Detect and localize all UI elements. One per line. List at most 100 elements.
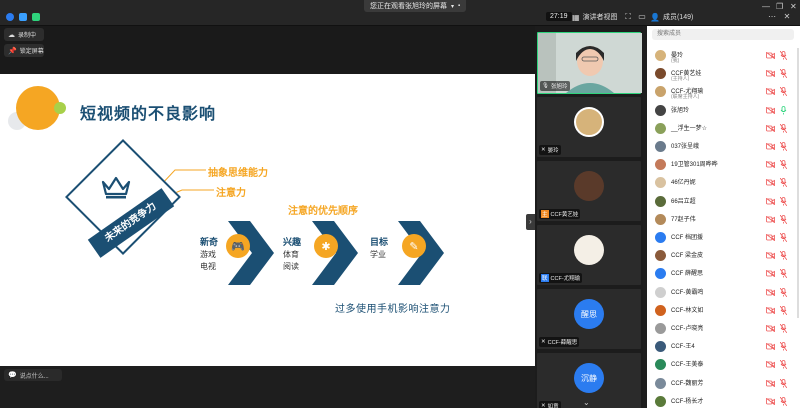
member-row[interactable]: CCF-王4 xyxy=(647,337,800,355)
camera-off-icon[interactable] xyxy=(766,397,775,405)
video-tile[interactable]: 主 CCF黄艺娃 xyxy=(537,161,641,221)
chat-input[interactable]: 💬 说点什么... xyxy=(4,369,62,381)
camera-off-icon[interactable] xyxy=(766,52,775,59)
window-close-icon[interactable]: ✕ xyxy=(790,2,797,11)
shared-slide: 短视频的不良影响 未来的竞争力 抽象思维能力 注意力 注意的优先顺序 🎮 ✱ ✎… xyxy=(0,74,535,366)
collapse-video-handle[interactable]: › xyxy=(526,214,535,230)
mic-off-icon[interactable] xyxy=(780,360,787,370)
mic-off-icon[interactable] xyxy=(780,105,787,115)
video-tile[interactable]: 联 CCF-尤翔瑜 xyxy=(537,225,641,285)
member-row[interactable]: CCF 档团援 xyxy=(647,228,800,246)
member-row[interactable]: CCF-魏丽芳 xyxy=(647,374,800,392)
camera-off-icon[interactable] xyxy=(766,124,775,132)
avatar xyxy=(655,268,666,280)
camera-off-icon[interactable] xyxy=(766,270,775,278)
avatar xyxy=(655,341,666,353)
mic-off-icon[interactable] xyxy=(780,51,787,60)
member-row[interactable]: 037张呈峨 xyxy=(647,137,800,155)
camera-off-icon[interactable] xyxy=(766,361,775,369)
more-icon[interactable]: ⋯ xyxy=(767,12,777,22)
restore-icon[interactable]: ❐ xyxy=(776,2,783,11)
mic-off-icon[interactable] xyxy=(780,342,787,352)
avatar xyxy=(655,377,666,389)
member-search-input[interactable] xyxy=(652,29,794,40)
screen-share-banner[interactable]: 您正在观看张旭玲的屏幕 ▾ ▪ xyxy=(364,0,467,12)
mic-off-icon[interactable] xyxy=(780,87,787,97)
member-row[interactable]: 晏玲 (我) xyxy=(647,46,800,64)
member-row[interactable]: CCF 薛醒思 xyxy=(647,264,800,282)
mic-off-icon[interactable] xyxy=(780,287,787,297)
close-panel-icon[interactable]: ✕ xyxy=(782,12,792,22)
member-row[interactable]: CCF-尤翔瑜 (联席主持人) xyxy=(647,82,800,100)
mic-off-icon[interactable] xyxy=(780,160,787,170)
banner-dropdown-icon[interactable]: ▾ xyxy=(451,3,454,10)
member-row[interactable]: CCF-黄霸鸣 xyxy=(647,283,800,301)
meeting-timer: 27:19 xyxy=(546,12,572,21)
members-header[interactable]: 👤 成员(149) xyxy=(650,12,693,22)
fullscreen-icon[interactable]: ⛶ xyxy=(623,12,633,22)
camera-off-icon[interactable] xyxy=(766,325,775,332)
lock-screen-button[interactable]: 📌 锁定屏幕 xyxy=(4,44,44,57)
window-layout-icon[interactable]: ▭ xyxy=(637,12,647,22)
member-row[interactable]: CCF-王美泰 xyxy=(647,355,800,373)
video-tile[interactable]: 醒思 ✕ CCF-薛醒思 xyxy=(537,289,641,349)
mic-off-icon[interactable] xyxy=(780,233,787,242)
mic-off-icon[interactable] xyxy=(780,69,787,79)
camera-off-icon[interactable] xyxy=(766,379,775,387)
camera-off-icon[interactable] xyxy=(766,161,775,169)
mic-off-icon[interactable] xyxy=(780,214,787,224)
recording-indicator[interactable]: ☁ 录制中 xyxy=(4,28,44,41)
shield-icon[interactable] xyxy=(19,13,27,21)
banner-close-icon[interactable]: ▪ xyxy=(458,3,460,9)
mic-off-icon[interactable] xyxy=(780,178,787,188)
member-row[interactable]: 46亿丹妮 xyxy=(647,173,800,191)
member-row[interactable]: CCF-林文如 xyxy=(647,301,800,319)
member-name: 46亿丹妮 xyxy=(671,180,696,187)
member-row[interactable]: CCF-杨长才 xyxy=(647,392,800,408)
scroll-down-chevron-icon[interactable]: ⌄ xyxy=(583,398,590,407)
member-row[interactable]: 19卫管301周晔晔 xyxy=(647,155,800,173)
member-row[interactable]: CCF黄艺娃 (主持人) xyxy=(647,64,800,82)
member-name: __浮生一梦☆ xyxy=(671,125,708,132)
camera-off-icon[interactable] xyxy=(766,143,775,150)
priority-heading: 注意的优先顺序 xyxy=(288,206,358,217)
avatar xyxy=(655,50,666,61)
layout-view-button[interactable]: ▦ 演讲者视图 xyxy=(572,12,618,22)
video-tile-speaker[interactable]: 🎙 张旭玲 xyxy=(537,32,642,94)
signal-icon[interactable] xyxy=(32,13,40,21)
mic-off-icon[interactable] xyxy=(780,305,787,315)
minimize-icon[interactable]: — xyxy=(762,2,770,11)
member-row[interactable]: __浮生一梦☆ xyxy=(647,119,800,137)
camera-off-icon[interactable] xyxy=(766,288,775,296)
member-list-scrollbar[interactable] xyxy=(797,48,799,318)
info-icon[interactable] xyxy=(6,13,14,21)
member-row[interactable]: 77赵子伟 xyxy=(647,210,800,228)
member-row[interactable]: CCF-卢晓亮 xyxy=(647,319,800,337)
avatar xyxy=(655,86,666,98)
meeting-window: 您正在观看张旭玲的屏幕 ▾ ▪ 27:19 ▦ 演讲者视图 ⛶ ▭ 👤 成员(1… xyxy=(0,0,800,408)
camera-off-icon[interactable] xyxy=(766,252,775,260)
camera-off-icon[interactable] xyxy=(766,197,775,205)
mic-off-icon[interactable] xyxy=(780,396,787,406)
member-row[interactable]: 张旭玲 xyxy=(647,101,800,119)
member-row[interactable]: 66吕立超 xyxy=(647,192,800,210)
mic-off-icon[interactable] xyxy=(780,251,787,261)
camera-off-icon[interactable] xyxy=(766,179,775,187)
mic-off-icon[interactable] xyxy=(780,324,787,333)
mic-off-icon[interactable] xyxy=(780,378,787,388)
mic-off-icon[interactable] xyxy=(780,123,787,133)
mic-off-icon[interactable] xyxy=(780,196,787,206)
camera-off-icon[interactable] xyxy=(766,70,775,78)
member-row[interactable]: CCF 梁金皮 xyxy=(647,246,800,264)
camera-off-icon[interactable] xyxy=(766,306,775,314)
camera-off-icon[interactable] xyxy=(766,106,775,114)
camera-off-icon[interactable] xyxy=(766,234,775,241)
mic-off-icon[interactable] xyxy=(780,142,787,151)
tile-name-label: CCF-薛醒思 xyxy=(547,340,578,346)
camera-off-icon[interactable] xyxy=(766,343,775,351)
camera-off-icon[interactable] xyxy=(766,215,775,223)
mic-off-icon[interactable] xyxy=(780,269,787,279)
avatar xyxy=(655,68,666,80)
video-tile[interactable]: ✕ 晏玲 xyxy=(537,97,641,157)
camera-off-icon[interactable] xyxy=(766,88,775,96)
